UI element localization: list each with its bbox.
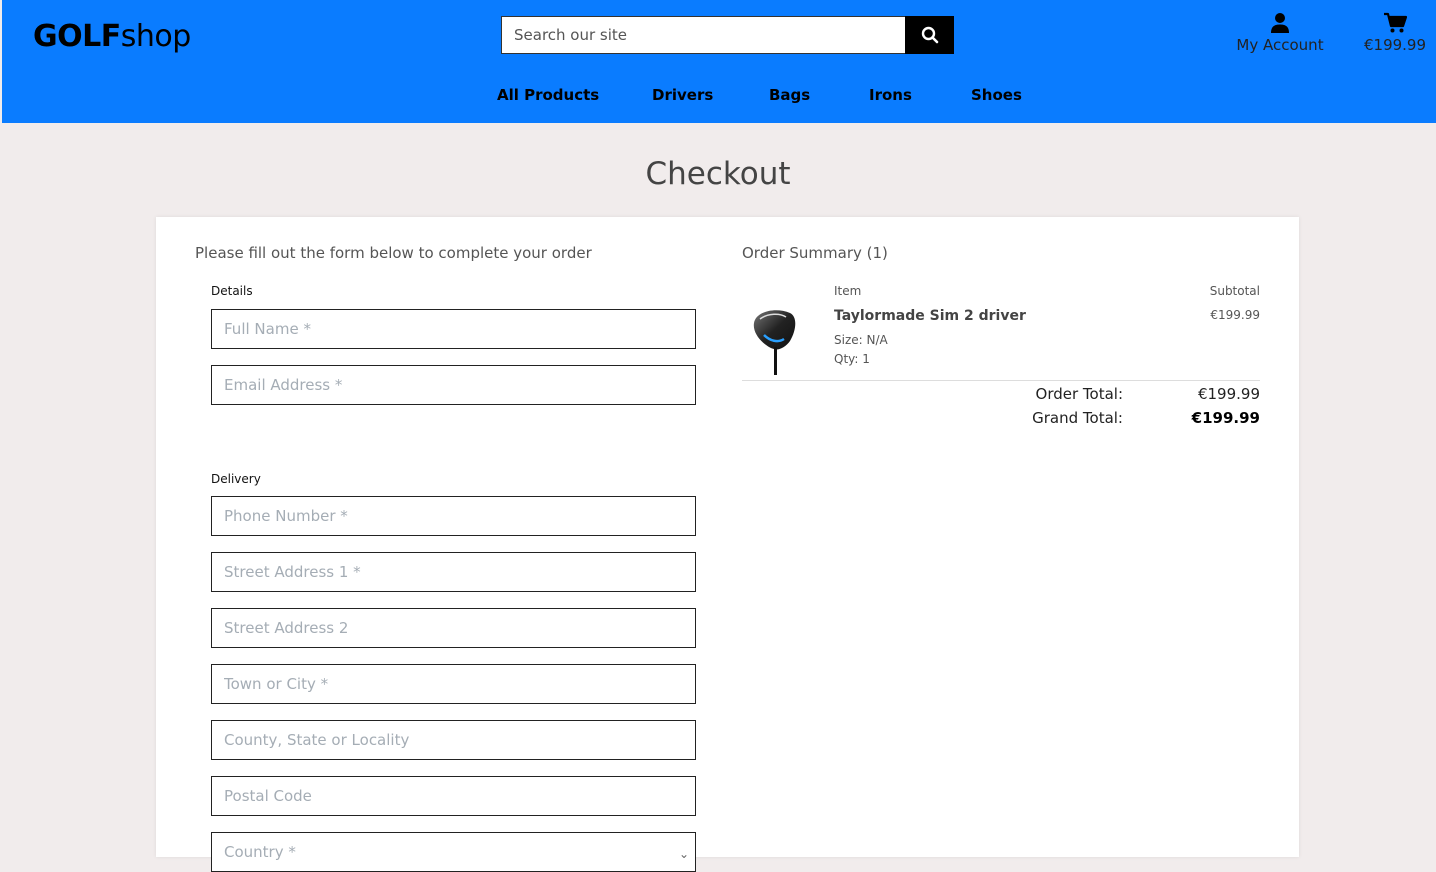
- my-account-link[interactable]: My Account: [1234, 12, 1326, 54]
- my-account-label: My Account: [1236, 36, 1324, 54]
- logo-bold-text: GOLF: [33, 19, 121, 54]
- town-city-field[interactable]: [211, 664, 696, 704]
- site-header: GOLFshop My Account €199.99 All Products…: [2, 0, 1436, 123]
- phone-number-field[interactable]: [211, 496, 696, 536]
- postal-code-field[interactable]: [211, 776, 696, 816]
- cart-total: €199.99: [1363, 36, 1427, 54]
- nav-all-products[interactable]: All Products: [497, 86, 599, 104]
- street-address-1-field[interactable]: [211, 552, 696, 592]
- product-size: Size: N/A: [834, 333, 888, 347]
- product-subtotal: €199.99: [1210, 308, 1260, 322]
- street-address-2-field[interactable]: [211, 608, 696, 648]
- nav-drivers[interactable]: Drivers: [652, 86, 713, 104]
- search-input[interactable]: [501, 16, 905, 54]
- item-column-header: Item: [834, 284, 862, 298]
- order-summary-title: Order Summary (1): [742, 244, 888, 262]
- nav-shoes[interactable]: Shoes: [971, 86, 1022, 104]
- product-image[interactable]: [746, 305, 806, 377]
- cart-link[interactable]: €199.99: [1362, 12, 1428, 54]
- country-select[interactable]: Country * ⌄: [211, 832, 696, 872]
- page-title: Checkout: [645, 156, 791, 192]
- country-select-value: Country *: [224, 843, 296, 861]
- search-button[interactable]: [905, 16, 954, 54]
- nav-bags[interactable]: Bags: [769, 86, 810, 104]
- summary-divider: [742, 380, 1260, 381]
- chevron-down-icon: ⌄: [678, 847, 689, 861]
- order-total-value: €199.99: [1197, 385, 1260, 403]
- site-logo[interactable]: GOLFshop: [33, 19, 191, 54]
- product-name[interactable]: Taylormade Sim 2 driver: [834, 308, 1026, 324]
- grand-total-value: €199.99: [1191, 409, 1260, 427]
- full-name-field[interactable]: [211, 309, 696, 349]
- grand-total-label: Grand Total:: [1032, 409, 1123, 427]
- form-intro: Please fill out the form below to comple…: [195, 244, 592, 262]
- nav-irons[interactable]: Irons: [869, 86, 912, 104]
- checkout-card: Please fill out the form below to comple…: [156, 217, 1299, 872]
- main-nav: All Products Drivers Bags Irons Shoes: [2, 86, 1436, 106]
- search-icon: [921, 26, 938, 44]
- shopping-cart-icon: [1384, 12, 1407, 33]
- email-field[interactable]: [211, 365, 696, 405]
- logo-text: shop: [120, 19, 192, 54]
- order-total-label: Order Total:: [1035, 385, 1123, 403]
- subtotal-column-header: Subtotal: [1209, 284, 1260, 298]
- county-field[interactable]: [211, 720, 696, 760]
- search-bar: [501, 16, 954, 54]
- product-qty: Qty: 1: [834, 352, 870, 366]
- details-label: Details: [211, 284, 253, 298]
- user-icon: [1271, 13, 1289, 33]
- delivery-label: Delivery: [211, 472, 261, 486]
